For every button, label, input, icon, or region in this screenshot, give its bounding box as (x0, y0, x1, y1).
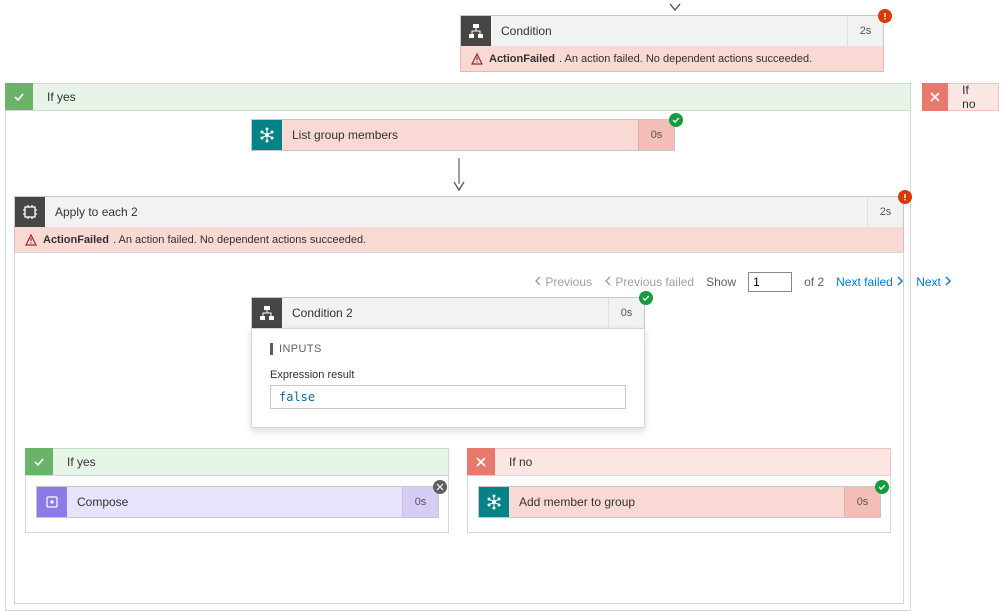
outer-if-no-bar[interactable]: If no (922, 83, 999, 111)
outer-if-yes-label: If yes (33, 90, 90, 104)
pager-previous[interactable]: Previous (534, 275, 592, 289)
add-member-ok-badge (875, 480, 889, 494)
check-icon (25, 448, 53, 476)
condition2-ok-badge (639, 291, 653, 305)
add-member-timing: 0s (844, 487, 880, 517)
condition-error-code: ActionFailed (489, 53, 555, 65)
expression-result-value: false (270, 385, 626, 409)
condition-error-row: ActionFailed . An action failed. No depe… (460, 46, 884, 72)
compose-timing: 0s (402, 487, 438, 517)
condition-icon (461, 16, 491, 46)
condition2-card[interactable]: Condition 2 0s (251, 297, 645, 329)
pager-next-failed[interactable]: Next failed (836, 275, 904, 289)
condition-icon (252, 298, 282, 328)
list-group-members-title: List group members (282, 128, 638, 142)
apply-to-each-card[interactable]: Apply to each 2 2s (14, 196, 904, 228)
warning-icon (471, 53, 483, 65)
apply-to-each-error-row: ActionFailed . An action failed. No depe… (14, 227, 904, 253)
list-group-members-card[interactable]: List group members 0s (251, 119, 675, 151)
azure-ad-icon (479, 487, 509, 517)
list-group-members-timing: 0s (638, 120, 674, 150)
compose-icon (37, 487, 67, 517)
expression-result-label: Expression result (270, 369, 626, 381)
pager-previous-failed[interactable]: Previous failed (604, 275, 694, 289)
add-member-card[interactable]: Add member to group 0s (478, 486, 881, 518)
apply-to-each-error-badge (898, 190, 912, 204)
pager-index-input[interactable] (748, 272, 792, 292)
inner-if-no-bar[interactable]: If no (467, 448, 891, 476)
condition-timing: 2s (847, 16, 883, 46)
condition2-title: Condition 2 (282, 306, 608, 320)
compose-skipped-badge (433, 480, 447, 494)
compose-card[interactable]: Compose 0s (36, 486, 439, 518)
inner-if-yes-label: If yes (53, 455, 110, 469)
pager-of-label: of 2 (804, 275, 824, 289)
pager-show-label: Show (706, 275, 736, 289)
apply-to-each-error-code: ActionFailed (43, 234, 109, 246)
iteration-pager: Previous Previous failed Show of 2 Next … (534, 272, 952, 292)
compose-title: Compose (67, 495, 402, 509)
list-group-members-ok-badge (669, 113, 683, 127)
outer-if-yes-bar[interactable]: If yes (5, 83, 911, 111)
condition-error-badge (878, 9, 892, 23)
foreach-icon (15, 197, 45, 227)
check-icon (5, 83, 33, 111)
add-member-title: Add member to group (509, 495, 844, 509)
condition-card[interactable]: Condition 2s (460, 15, 884, 47)
cross-icon (922, 83, 948, 111)
cross-icon (467, 448, 495, 476)
azure-ad-icon (252, 120, 282, 150)
inner-if-yes-bar[interactable]: If yes (25, 448, 449, 476)
inner-if-no-label: If no (495, 455, 546, 469)
warning-icon (25, 234, 37, 246)
condition-error-msg: . An action failed. No dependent actions… (559, 53, 812, 65)
pager-next[interactable]: Next (916, 275, 952, 289)
inputs-header: INPUTS (270, 343, 626, 355)
apply-to-each-timing: 2s (867, 197, 903, 227)
apply-to-each-title: Apply to each 2 (45, 205, 867, 219)
apply-to-each-error-msg: . An action failed. No dependent actions… (113, 234, 366, 246)
condition-title: Condition (491, 24, 847, 38)
condition2-timing: 0s (608, 298, 644, 328)
condition2-inputs-panel: INPUTS Expression result false (251, 328, 645, 428)
outer-if-no-label: If no (948, 83, 998, 111)
